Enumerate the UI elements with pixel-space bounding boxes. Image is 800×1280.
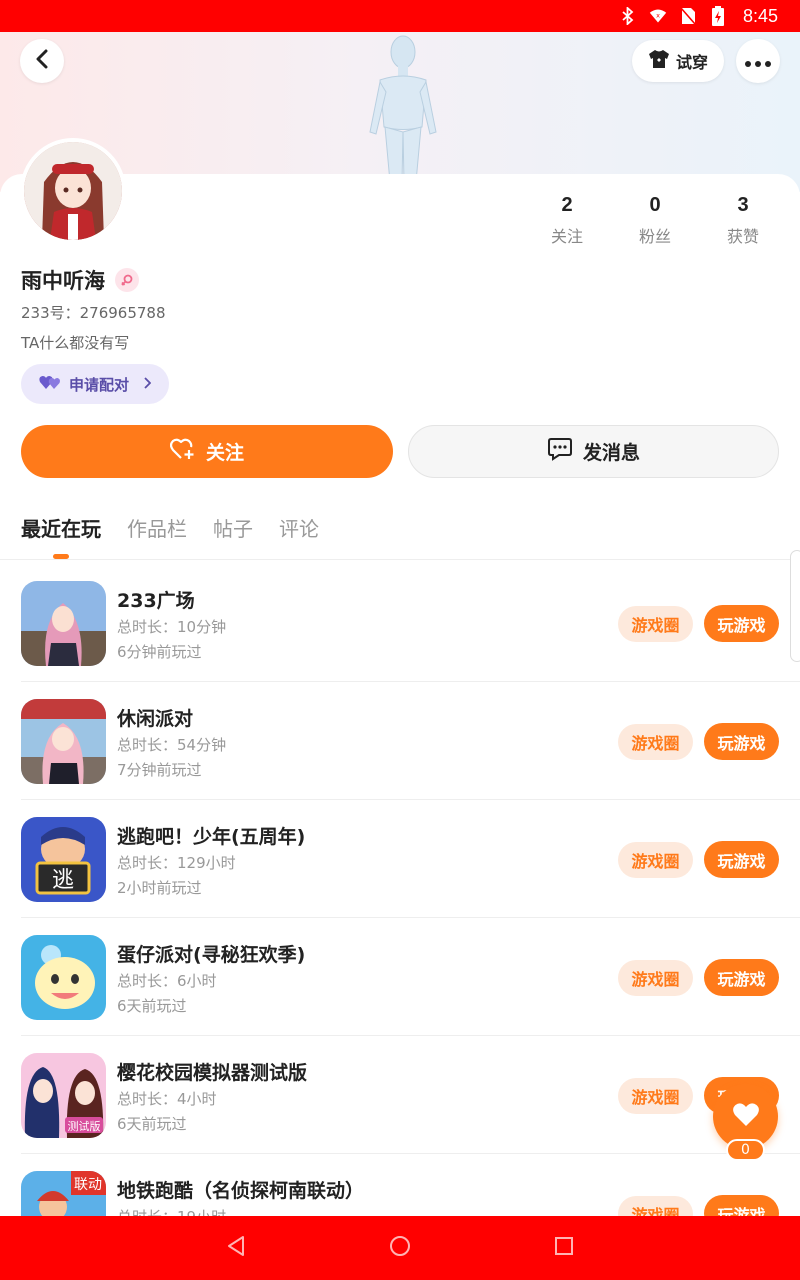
square-recents-icon — [554, 1236, 574, 1260]
list-item[interactable]: 233广场 总时长：10分钟 6分钟前玩过 游戏圈 玩游戏 — [0, 564, 800, 682]
game-icon[interactable] — [21, 699, 106, 784]
game-name: 233广场 — [117, 590, 195, 612]
chat-bubble-icon — [547, 437, 573, 466]
divider — [0, 559, 800, 560]
profile-stats: 2 关注 0 粉丝 3 获赞 — [530, 194, 780, 247]
play-game-button[interactable]: 玩游戏 — [704, 959, 779, 996]
stat-following[interactable]: 2 关注 — [530, 194, 604, 247]
heart-plus-icon — [169, 437, 196, 466]
no-sim-icon — [679, 7, 697, 25]
list-item[interactable]: 逃 逃跑吧！少年(五周年) 总时长：129小时 2小时前玩过 游戏圈 玩游戏 — [0, 800, 800, 918]
game-circle-button[interactable]: 游戏圈 — [618, 606, 693, 642]
status-bar: x 8:45 — [0, 0, 800, 32]
follow-label: 关注 — [205, 442, 244, 464]
avatar-3d-figure — [369, 35, 437, 182]
more-button[interactable] — [736, 39, 780, 83]
game-last-played: 7分钟前玩过 — [117, 761, 202, 779]
clock: 8:45 — [742, 5, 778, 26]
tab-works[interactable]: 作品栏 — [127, 513, 187, 556]
game-circle-button[interactable]: 游戏圈 — [618, 960, 693, 996]
user-id: 233号：276965788 — [21, 304, 166, 322]
try-on-button[interactable]: 试穿 — [632, 40, 724, 82]
svg-text:x: x — [656, 12, 660, 20]
game-duration: 总时长：6小时 — [117, 972, 217, 990]
stat-number: 3 — [737, 194, 749, 216]
list-item[interactable]: 测试版 樱花校园模拟器测试版 总时长：4小时 6天前玩过 游戏圈 玩游戏 — [0, 1036, 800, 1154]
game-icon[interactable] — [21, 935, 106, 1020]
game-icon[interactable] — [21, 581, 106, 666]
play-game-button[interactable]: 玩游戏 — [704, 723, 779, 760]
system-nav-bar — [0, 1216, 800, 1280]
game-name: 樱花校园模拟器测试版 — [117, 1062, 308, 1084]
avatar[interactable] — [20, 138, 126, 244]
game-last-played: 6天前玩过 — [117, 1115, 187, 1133]
game-name: 地铁跑酷（名侦探柯南联动） — [117, 1180, 365, 1202]
triangle-back-icon — [226, 1235, 246, 1261]
stat-label: 获赞 — [726, 227, 759, 246]
game-name: 逃跑吧！少年(五周年) — [117, 826, 306, 848]
female-icon — [115, 268, 139, 292]
game-circle-button[interactable]: 游戏圈 — [618, 1078, 693, 1114]
game-last-played: 2小时前玩过 — [117, 879, 202, 897]
back-button[interactable] — [20, 39, 64, 83]
like-count: 0 — [726, 1139, 765, 1161]
tab-recently-played[interactable]: 最近在玩 — [21, 513, 101, 556]
apply-pair-button[interactable]: 申请配对 — [21, 364, 169, 404]
game-duration: 总时长：129小时 — [117, 854, 236, 872]
chevron-right-icon — [143, 375, 152, 393]
username: 雨中听海 — [21, 269, 105, 293]
nav-back-button[interactable] — [224, 1236, 248, 1260]
stat-number: 0 — [649, 194, 661, 216]
nav-recents-button[interactable] — [552, 1236, 576, 1260]
apply-pair-label: 申请配对 — [69, 375, 130, 394]
avatar-image — [24, 142, 122, 240]
stat-followers[interactable]: 0 粉丝 — [618, 194, 692, 247]
game-icon[interactable]: 测试版 — [21, 1053, 106, 1138]
stat-number: 2 — [561, 194, 573, 216]
play-game-button[interactable]: 玩游戏 — [704, 841, 779, 878]
game-duration: 总时长：4小时 — [117, 1090, 217, 1108]
game-last-played: 6天前玩过 — [117, 997, 187, 1015]
hearts-icon — [39, 374, 61, 394]
game-duration: 总时长：54分钟 — [117, 736, 227, 754]
tshirt-icon — [648, 49, 670, 73]
stat-label: 关注 — [550, 227, 583, 246]
send-message-label: 发消息 — [582, 442, 640, 464]
list-item[interactable]: 蛋仔派对(寻秘狂欢季) 总时长：6小时 6天前玩过 游戏圈 玩游戏 — [0, 918, 800, 1036]
user-bio: TA什么都没有写 — [21, 334, 130, 352]
game-circle-button[interactable]: 游戏圈 — [618, 842, 693, 878]
game-duration: 总时长：10分钟 — [117, 618, 227, 636]
game-last-played: 6分钟前玩过 — [117, 643, 202, 661]
try-on-label: 试穿 — [675, 53, 708, 72]
tab-comments[interactable]: 评论 — [279, 513, 319, 556]
game-name: 休闲派对 — [117, 708, 194, 730]
follow-button[interactable]: 关注 — [21, 425, 393, 478]
nav-home-button[interactable] — [388, 1236, 412, 1260]
stat-likes[interactable]: 3 获赞 — [706, 194, 780, 247]
chevron-left-icon — [34, 49, 50, 73]
circle-home-icon — [389, 1235, 411, 1261]
more-dots-icon — [745, 52, 771, 71]
svg-text:逃: 逃 — [52, 868, 74, 893]
game-icon[interactable]: 逃 — [21, 817, 106, 902]
username-row: 雨中听海 — [21, 265, 139, 295]
svg-text:测试版: 测试版 — [68, 1119, 101, 1133]
play-game-button[interactable]: 玩游戏 — [704, 605, 779, 642]
svg-text:联动: 联动 — [74, 1177, 102, 1193]
bluetooth-icon — [619, 7, 637, 25]
game-circle-button[interactable]: 游戏圈 — [618, 724, 693, 760]
list-item[interactable]: 休闲派对 总时长：54分钟 7分钟前玩过 游戏圈 玩游戏 — [0, 682, 800, 800]
profile-tabs: 最近在玩 作品栏 帖子 评论 — [21, 513, 319, 556]
wifi-icon: x — [649, 7, 667, 25]
stat-label: 粉丝 — [638, 227, 671, 246]
tab-posts[interactable]: 帖子 — [213, 513, 253, 556]
game-name: 蛋仔派对(寻秘狂欢季) — [117, 944, 306, 966]
heart-icon — [732, 1102, 760, 1132]
battery-icon — [709, 6, 727, 26]
send-message-button[interactable]: 发消息 — [408, 425, 779, 478]
